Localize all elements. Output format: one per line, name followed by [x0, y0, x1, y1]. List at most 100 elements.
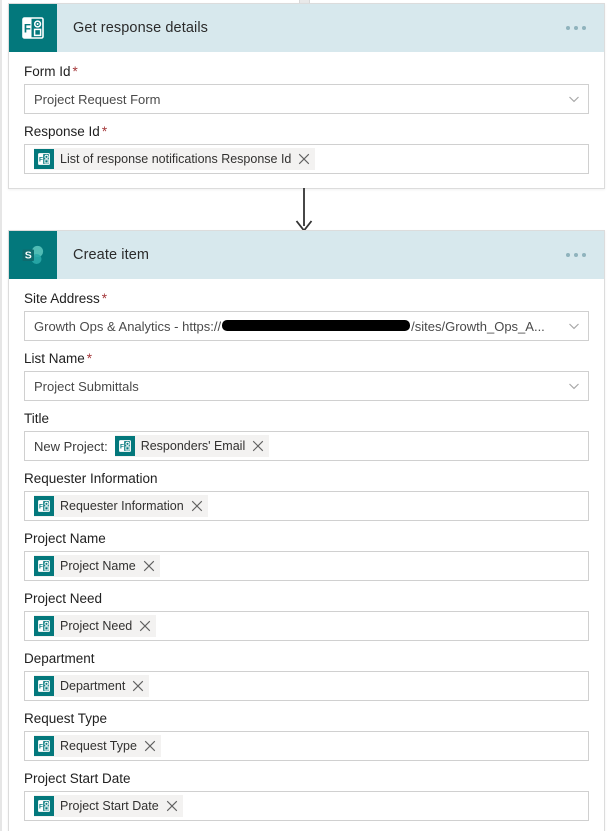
form-id-dropdown[interactable]: Project Request Form: [24, 84, 589, 114]
card-overflow-menu-button[interactable]: [562, 247, 590, 263]
project-name-input[interactable]: F Project Name: [24, 551, 589, 581]
token-label: Project Start Date: [60, 799, 159, 813]
chevron-down-icon: [569, 323, 579, 330]
field-label-text: Site Address: [24, 291, 100, 306]
dynamic-content-token[interactable]: F Project Start Date: [34, 795, 183, 817]
site-address-value-prefix: Growth Ops & Analytics - https://: [34, 318, 222, 334]
microsoft-forms-icon: F: [34, 149, 54, 169]
svg-text:S: S: [25, 250, 32, 262]
field-department: Department F Department: [24, 651, 589, 701]
field-label: Project Name: [24, 531, 589, 546]
microsoft-forms-icon: F: [34, 796, 54, 816]
dynamic-content-token[interactable]: F Department: [34, 675, 150, 697]
project-need-input[interactable]: F Project Need: [24, 611, 589, 641]
chevron-down-icon: [569, 383, 579, 390]
field-project-need: Project Need F Project Need: [24, 591, 589, 641]
ellipsis-dot: [582, 26, 586, 30]
field-label-text: Project Name: [24, 531, 106, 546]
svg-text:F: F: [39, 156, 43, 163]
dynamic-content-token[interactable]: F Project Need: [34, 615, 157, 637]
microsoft-forms-icon: F: [114, 436, 135, 456]
microsoft-forms-icon: F: [34, 736, 54, 756]
remove-token-icon[interactable]: [166, 800, 178, 812]
ellipsis-dot: [574, 253, 578, 257]
dynamic-content-token[interactable]: F Responders' Email: [114, 435, 270, 457]
title-input[interactable]: New Project: F Responders' Email: [24, 431, 589, 461]
required-indicator: *: [72, 64, 78, 79]
card-body: Site Address * Growth Ops & Analytics - h…: [9, 279, 604, 831]
svg-text:F: F: [39, 743, 43, 750]
token-label: Requester Information: [60, 499, 184, 513]
flow-designer-canvas: F Get response details Form Id * Project …: [0, 0, 608, 831]
svg-text:F: F: [39, 803, 43, 810]
field-project-name: Project Name F Project Name: [24, 531, 589, 581]
remove-token-icon[interactable]: [298, 153, 310, 165]
ellipsis-dot: [582, 253, 586, 257]
svg-text:F: F: [24, 23, 31, 35]
title-static-prefix: New Project:: [34, 438, 108, 454]
microsoft-forms-icon: F: [34, 556, 54, 576]
required-indicator: *: [101, 291, 108, 306]
site-address-value-suffix: /sites/Growth_Ops_A...: [411, 318, 545, 334]
action-card-get-response-details[interactable]: F Get response details Form Id * Project …: [8, 3, 605, 189]
field-label-text: Request Type: [24, 711, 108, 726]
required-indicator: *: [101, 124, 108, 139]
remove-token-icon[interactable]: [143, 560, 155, 572]
microsoft-forms-icon: F: [34, 676, 54, 696]
field-label: Title: [24, 411, 589, 426]
field-label-text: Response Id: [24, 124, 100, 139]
microsoft-forms-icon: F: [34, 496, 54, 516]
field-label-text: Project Start Date: [24, 771, 131, 786]
svg-text:F: F: [39, 683, 43, 690]
action-card-create-item[interactable]: S Create item Site Address * Growth Ops &…: [8, 230, 605, 831]
field-response-id: Response Id * F List of response notific…: [24, 124, 589, 174]
field-label-text: Form Id: [24, 64, 71, 79]
field-label-text: Requester Information: [24, 471, 158, 486]
field-label: Project Start Date: [24, 771, 589, 786]
card-header[interactable]: F Get response details: [9, 4, 604, 52]
field-label-text: Department: [24, 651, 95, 666]
chevron-down-icon: [569, 96, 579, 103]
required-indicator: *: [86, 351, 93, 366]
field-label: List Name *: [24, 351, 589, 366]
card-header[interactable]: S Create item: [9, 231, 604, 279]
card-body: Form Id * Project Request Form Response I…: [9, 52, 604, 188]
ellipsis-dot: [574, 26, 578, 30]
svg-text:F: F: [39, 563, 43, 570]
dynamic-content-token[interactable]: F Requester Information: [34, 495, 208, 517]
dynamic-content-token[interactable]: F List of response notifications Respons…: [34, 148, 316, 170]
card-overflow-menu-button[interactable]: [562, 20, 590, 36]
dynamic-content-token[interactable]: F Project Name: [34, 555, 160, 577]
department-input[interactable]: F Department: [24, 671, 589, 701]
token-label: Department: [60, 679, 126, 693]
remove-token-icon[interactable]: [132, 680, 144, 692]
field-label: Site Address *: [24, 291, 589, 306]
response-id-input[interactable]: F List of response notifications Respons…: [24, 144, 589, 174]
redaction-bar: [222, 319, 411, 331]
card-title: Create item: [73, 247, 150, 263]
sharepoint-icon: S: [9, 231, 57, 279]
remove-token-icon[interactable]: [144, 740, 156, 752]
list-name-dropdown[interactable]: Project Submittals: [24, 371, 589, 401]
token-label: Responders' Email: [140, 439, 246, 453]
field-label-text: Project Need: [24, 591, 103, 606]
field-site-address: Site Address * Growth Ops & Analytics - h…: [24, 291, 589, 341]
canvas-left-rail: [0, 0, 2, 831]
ellipsis-dot: [566, 26, 570, 30]
project-start-date-input[interactable]: F Project Start Date: [24, 791, 589, 821]
token-label: List of response notifications Response …: [60, 152, 292, 166]
field-label: Response Id *: [24, 124, 589, 139]
site-address-dropdown[interactable]: Growth Ops & Analytics - https:// /sites…: [24, 311, 589, 341]
remove-token-icon[interactable]: [191, 500, 203, 512]
field-requester-information: Requester Information F Requester Inform…: [24, 471, 589, 521]
remove-token-icon[interactable]: [252, 440, 264, 452]
dynamic-content-token[interactable]: F Request Type: [34, 735, 161, 757]
flow-connector-arrow: [0, 188, 608, 234]
token-label: Project Name: [60, 559, 136, 573]
field-title: Title New Project: F Responders' Email: [24, 411, 589, 461]
requester-information-input[interactable]: F Requester Information: [24, 491, 589, 521]
microsoft-forms-icon: F: [34, 616, 54, 636]
field-label: Request Type: [24, 711, 589, 726]
request-type-input[interactable]: F Request Type: [24, 731, 589, 761]
remove-token-icon[interactable]: [139, 620, 151, 632]
